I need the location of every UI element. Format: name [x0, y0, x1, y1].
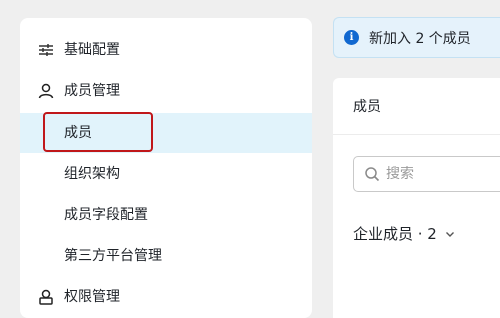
sidebar-group-member-management[interactable]: 成员管理	[20, 71, 312, 111]
sidebar-item-org-structure[interactable]: 组织架构	[20, 154, 312, 194]
main-panel: 成员 企业成员 · 2	[333, 78, 500, 318]
search-input[interactable]	[386, 166, 500, 182]
chevron-down-icon	[445, 229, 455, 239]
search-box[interactable]	[353, 156, 500, 192]
sidebar-group-label: 基础配置	[64, 42, 120, 58]
main-header: 成员	[333, 78, 500, 135]
info-icon: i	[344, 30, 359, 45]
banner-text: 新加入 2 个成员	[369, 30, 471, 47]
sidebar-group-label: 成员管理	[64, 83, 120, 99]
sidebar: 基础配置 成员管理 成员 组织架构 成员字段配置 第三方平台管理 权限管理	[20, 18, 312, 318]
sidebar-item-member-fields[interactable]: 成员字段配置	[20, 195, 312, 235]
search-icon	[364, 166, 380, 182]
sidebar-group-permission-management[interactable]: 权限管理	[20, 277, 312, 317]
sidebar-item-label: 成员	[64, 125, 92, 141]
sidebar-item-label: 第三方平台管理	[64, 248, 162, 264]
sidebar-item-label: 组织架构	[64, 166, 120, 182]
sidebar-group-label: 权限管理	[64, 289, 120, 305]
sidebar-item-members[interactable]: 成员	[20, 113, 312, 153]
member-count-label: 企业成员 · 2	[353, 225, 437, 243]
user-icon	[38, 83, 54, 99]
sliders-icon	[38, 42, 54, 58]
notification-banner: i 新加入 2 个成员	[333, 17, 500, 58]
lock-icon	[38, 289, 54, 305]
sidebar-item-third-party-platforms[interactable]: 第三方平台管理	[20, 236, 312, 276]
member-count-dropdown[interactable]: 企业成员 · 2	[353, 223, 455, 244]
page-title: 成员	[353, 99, 381, 115]
sidebar-item-label: 成员字段配置	[64, 207, 148, 223]
sidebar-group-basic-config[interactable]: 基础配置	[20, 30, 312, 70]
